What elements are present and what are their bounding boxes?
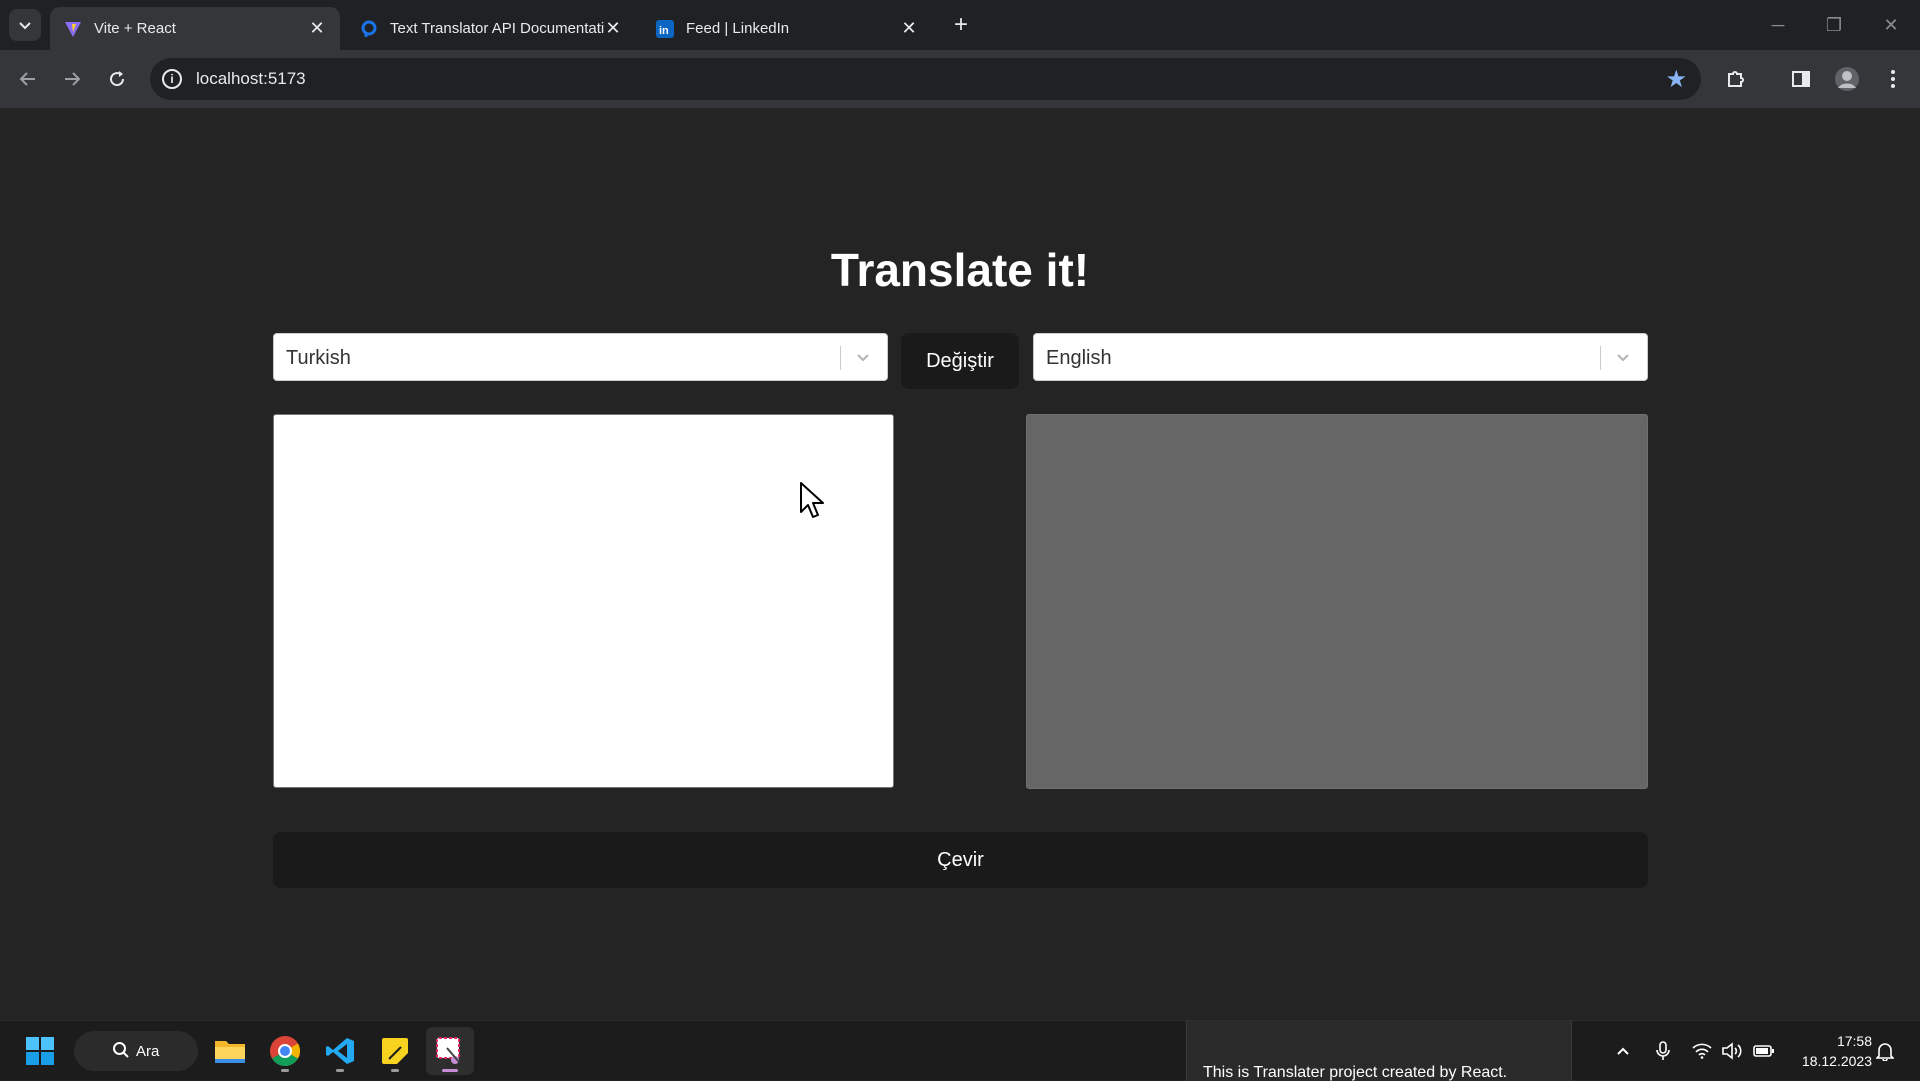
chevron-down-icon[interactable] [1609,343,1637,371]
wifi-icon [1692,1043,1712,1059]
close-icon[interactable]: ✕ [308,18,326,39]
tab-title: Text Translator API Documentati [390,20,604,37]
wifi-button[interactable] [1690,1039,1714,1063]
svg-text:in: in [659,25,669,37]
chrome-app[interactable] [261,1027,309,1075]
tab-search-button[interactable] [9,9,41,41]
browser-menu-button[interactable] [1877,63,1909,95]
microphone-button[interactable] [1651,1039,1675,1063]
file-explorer-app[interactable] [206,1027,254,1075]
minimize-button[interactable]: ─ [1758,12,1798,38]
windows-logo-icon [26,1037,54,1065]
profile-avatar[interactable] [1831,63,1863,95]
address-bar[interactable]: i localhost:5173 ★ [150,58,1701,100]
microphone-icon [1656,1041,1670,1060]
translator-page: Translate it! Turkish Değiştir English Ç… [0,108,1920,1020]
battery-button[interactable] [1752,1039,1776,1063]
notifications-button[interactable] [1873,1039,1897,1063]
folder-icon [215,1041,245,1063]
more-vertical-icon [1891,70,1895,88]
linkedin-logo-icon: in [656,19,674,38]
browser-toolbar: i localhost:5173 ★ [0,50,1920,108]
sticky-note-icon [382,1038,408,1064]
search-icon [113,1042,129,1058]
swap-languages-button[interactable]: Değiştir [901,333,1019,389]
target-language-select[interactable]: English [1033,333,1648,381]
clock-time: 17:58 [1836,1033,1872,1049]
extensions-button[interactable] [1720,63,1752,95]
new-tab-button[interactable]: + [948,12,974,38]
source-language-value: Turkish [286,347,351,369]
avatar-icon [1835,67,1859,91]
browser-tab-strip: Vite + React ✕ Text Translator API Docum… [0,0,1920,50]
vscode-app[interactable] [316,1027,364,1075]
back-button[interactable] [12,63,44,95]
bookmark-star-icon[interactable]: ★ [1665,65,1687,94]
page-title: Translate it! [830,244,1090,296]
clock-date: 18.12.2023 [1801,1053,1872,1069]
arrow-left-icon [19,72,35,86]
mouse-cursor-icon [800,482,824,518]
forward-button[interactable] [56,63,88,95]
chrome-logo-icon [270,1036,301,1067]
taskbar-search[interactable]: Ara [74,1031,198,1071]
snipping-tool-icon [436,1037,460,1064]
tab-text-translator-docs[interactable]: Text Translator API Documentati ✕ [346,7,636,50]
active-indicator [442,1069,458,1072]
side-panel-button[interactable] [1785,63,1817,95]
volume-icon [1722,1042,1742,1060]
select-separator [1600,346,1601,370]
running-indicator [281,1069,289,1072]
source-language-select[interactable]: Turkish [273,333,888,381]
rapidapi-logo-icon [360,20,378,38]
search-label: Ara [136,1042,160,1060]
tab-title: Vite + React [94,20,176,37]
site-info-icon[interactable]: i [162,69,182,89]
restore-button[interactable]: ❐ [1814,12,1854,38]
close-icon[interactable]: ✕ [900,18,918,39]
volume-button[interactable] [1720,1039,1744,1063]
system-clock[interactable]: 17:58 18.12.2023 [1786,1031,1872,1071]
window-preview-tooltip: This is Translater project created by Re… [1186,1021,1572,1081]
chevron-down-icon [19,22,31,30]
tab-title: Feed | LinkedIn [686,20,790,37]
vite-logo-icon [64,20,82,38]
close-window-button[interactable]: ✕ [1871,12,1911,38]
chevron-up-icon [1617,1047,1629,1055]
start-button[interactable] [16,1027,64,1075]
close-icon[interactable]: ✕ [604,18,622,39]
bell-icon [1876,1043,1894,1061]
snipping-tool-app[interactable] [426,1027,474,1075]
result-text-area [1026,414,1648,789]
reload-icon [110,71,125,87]
battery-icon [1753,1045,1774,1057]
tab-vite-react[interactable]: Vite + React ✕ [50,7,340,50]
show-hidden-icons-button[interactable] [1611,1039,1635,1063]
running-indicator [336,1069,344,1072]
side-panel-icon [1792,71,1810,87]
reload-button[interactable] [101,63,133,95]
windows-taskbar: Ara This is Translater project created b… [0,1020,1920,1081]
tab-linkedin-feed[interactable]: in Feed | LinkedIn ✕ [642,7,932,50]
chevron-down-icon[interactable] [849,343,877,371]
running-indicator [391,1069,399,1072]
puzzle-icon [1728,71,1744,87]
select-separator [840,346,841,370]
arrow-right-icon [65,72,81,86]
sticky-notes-app[interactable] [371,1027,419,1075]
vscode-logo-icon [326,1038,354,1064]
preview-text: This is Translater project created by Re… [1203,1064,1508,1081]
source-text-area[interactable] [273,414,894,788]
translate-button[interactable]: Çevir [273,832,1648,888]
target-language-value: English [1046,347,1112,369]
address-url[interactable]: localhost:5173 [196,69,306,89]
